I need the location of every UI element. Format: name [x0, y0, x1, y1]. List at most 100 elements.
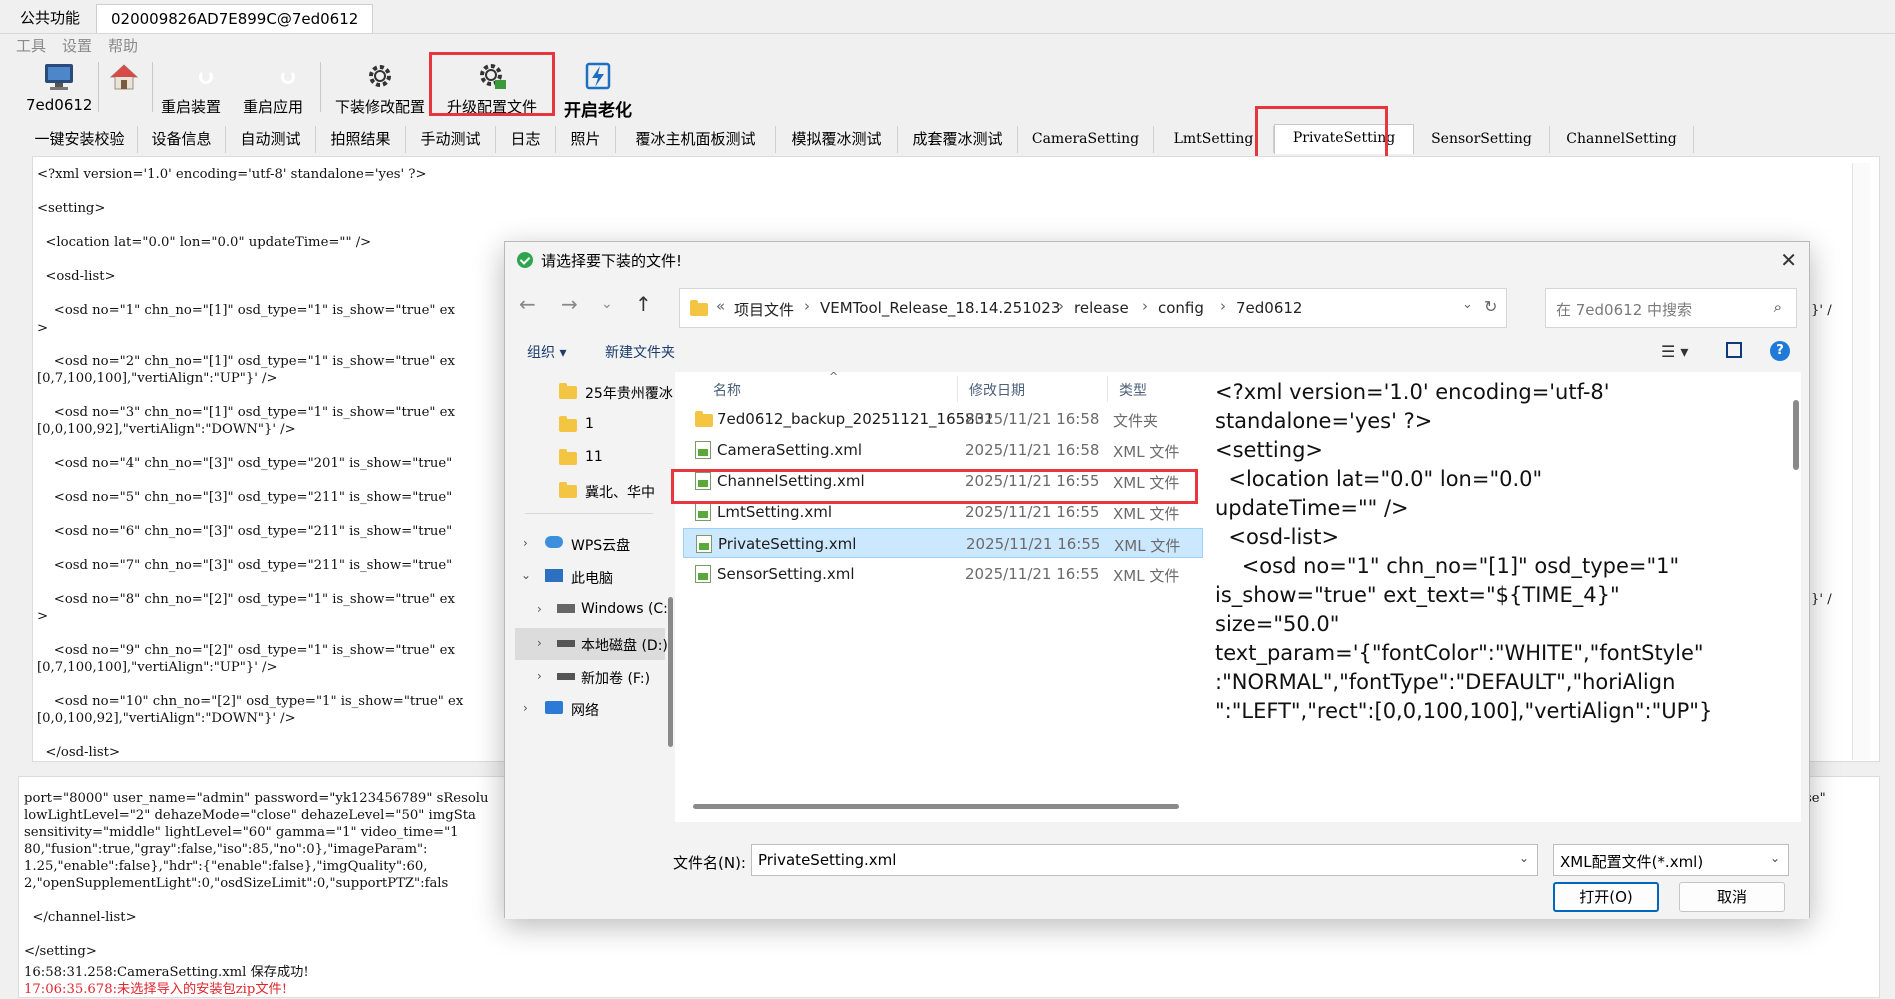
- device-button[interactable]: 7ed0612: [26, 56, 92, 116]
- tab-camera-setting[interactable]: CameraSetting: [1018, 126, 1154, 153]
- menu-settings[interactable]: 设置: [62, 35, 92, 56]
- tab-photos[interactable]: 照片: [556, 126, 616, 153]
- network-icon: [545, 701, 563, 714]
- chevron-down-icon: ⌄: [521, 568, 532, 582]
- file-type: 文件夹: [1113, 412, 1159, 430]
- tab-device[interactable]: 020009826AD7E899C@7ed0612: [96, 4, 374, 33]
- file-list-scrollbar[interactable]: [693, 800, 1199, 812]
- xml-file-icon: [695, 565, 711, 583]
- nav-folder-item[interactable]: 25年贵州覆冰: [545, 378, 673, 406]
- menu-help[interactable]: 帮助: [108, 35, 138, 56]
- tab-photo-results[interactable]: 拍照结果: [316, 126, 406, 153]
- file-row-selected[interactable]: PrivateSetting.xml 2025/11/21 16:55 XML …: [683, 528, 1203, 558]
- tab-auto-test[interactable]: 自动测试: [226, 126, 316, 153]
- file-date: 2025/11/21 16:55: [965, 503, 1100, 521]
- xml-file-icon: [696, 535, 712, 553]
- tab-complete-ice-test[interactable]: 成套覆冰测试: [898, 126, 1018, 153]
- xml-line: <osd no="10" chn_no="[2]" osd_type="1" i…: [37, 694, 464, 709]
- nav-folder-item[interactable]: 冀北、华中: [545, 477, 665, 505]
- nav-drive-f[interactable]: › 新加卷 (F:): [515, 663, 665, 691]
- tab-manual-test[interactable]: 手动测试: [406, 126, 496, 153]
- editor-scrollbar[interactable]: [1852, 163, 1870, 760]
- dialog-title: 请选择要下装的文件!: [541, 252, 683, 270]
- nav-scrollbar[interactable]: [668, 597, 673, 747]
- tab-sensor-setting[interactable]: SensorSetting: [1414, 126, 1550, 153]
- file-name: PrivateSetting.xml: [718, 535, 857, 553]
- recent-chevron-icon[interactable]: ⌄: [601, 296, 613, 312]
- tab-channel-setting[interactable]: ChannelSetting: [1550, 126, 1694, 153]
- column-header-type[interactable]: 类型: [1119, 380, 1147, 400]
- xml-line: <osd no="2" chn_no="[1]" osd_type="1" is…: [37, 354, 455, 369]
- address-bar[interactable]: « 项目文件 › VEMTool_Release_18.14.251023 › …: [679, 288, 1507, 328]
- forward-arrow-icon[interactable]: →: [561, 292, 578, 316]
- xml-line: <osd no="4" chn_no="[3]" osd_type="201" …: [37, 456, 453, 471]
- column-header-date[interactable]: 修改日期: [969, 380, 1025, 400]
- nav-wps-cloud[interactable]: › WPS云盘: [515, 530, 665, 558]
- filename-input[interactable]: PrivateSetting.xml ⌄: [751, 844, 1538, 876]
- tab-ice-host-panel-test[interactable]: 覆冰主机面板测试: [616, 126, 776, 153]
- tab-install-check[interactable]: 一键安装校验: [22, 126, 138, 153]
- close-icon[interactable]: ✕: [1780, 248, 1797, 272]
- search-input[interactable]: 在 7ed0612 中搜索 ⌕: [1545, 288, 1797, 328]
- path-overflow: «: [716, 297, 726, 315]
- open-button[interactable]: 打开(O): [1553, 882, 1659, 912]
- drive-icon: [557, 640, 575, 647]
- sort-up-icon: ^: [829, 370, 839, 383]
- nav-label: Windows (C:): [581, 601, 674, 617]
- start-aging-button[interactable]: 开启老化: [560, 56, 636, 121]
- download-config-button[interactable]: 下装修改配置: [330, 56, 430, 116]
- nav-drive-d[interactable]: › 本地磁盘 (D:): [515, 628, 668, 660]
- chevron-down-icon[interactable]: ⌄: [1519, 851, 1529, 865]
- xml-line: <osd no="9" chn_no="[2]" osd_type="1" is…: [37, 643, 455, 658]
- breadcrumb-segment[interactable]: release: [1074, 299, 1129, 317]
- file-date: 2025/11/21 16:58: [965, 410, 1100, 428]
- preview-scrollbar[interactable]: [1793, 400, 1799, 470]
- file-row[interactable]: CameraSetting.xml 2025/11/21 16:58 XML 文…: [683, 435, 1203, 465]
- highlight-box-selected-file: [671, 469, 1198, 504]
- tab-log[interactable]: 日志: [496, 126, 556, 153]
- file-row[interactable]: SensorSetting.xml 2025/11/21 16:55 XML 文…: [683, 559, 1203, 589]
- preview-pane-icon[interactable]: [1726, 342, 1742, 358]
- nav-folder-item[interactable]: 1: [545, 411, 665, 439]
- xml-line: [0,7,100,100],"vertiAlign":"UP"}' />: [37, 371, 278, 386]
- breadcrumb-segment[interactable]: 项目文件: [734, 299, 794, 320]
- column-header-name[interactable]: 名称: [713, 380, 741, 400]
- restart-device-button[interactable]: 重启装置: [158, 56, 224, 116]
- breadcrumb-segment[interactable]: config: [1158, 299, 1204, 317]
- nav-drive-c[interactable]: › Windows (C:): [515, 596, 673, 624]
- restart-app-button[interactable]: 重启应用: [240, 56, 306, 116]
- file-type-filter[interactable]: XML配置文件(*.xml) ⌄: [1553, 844, 1789, 876]
- back-arrow-icon[interactable]: ←: [519, 292, 536, 316]
- new-folder-button[interactable]: 新建文件夹: [605, 342, 675, 362]
- gear-icon: [330, 62, 430, 92]
- up-arrow-icon[interactable]: ↑: [635, 292, 652, 316]
- preview-line: <osd-list>: [1215, 525, 1340, 549]
- view-options-icon[interactable]: ☰ ▾: [1661, 342, 1688, 361]
- nav-label: 冀北、华中: [585, 485, 655, 501]
- menu-tools[interactable]: 工具: [16, 35, 46, 56]
- chevron-right-icon: ›: [537, 669, 542, 683]
- address-dropdown-icon[interactable]: ⌄: [1462, 297, 1473, 312]
- power-icon: [158, 62, 224, 92]
- nav-folder-item[interactable]: 11: [545, 444, 665, 472]
- cancel-button[interactable]: 取消: [1679, 882, 1785, 912]
- folder-icon: [690, 300, 708, 316]
- home-button[interactable]: [104, 56, 144, 116]
- nav-network[interactable]: › 网络: [515, 695, 665, 723]
- filename-label: 文件名(N):: [673, 854, 746, 872]
- tab-simulated-ice-test[interactable]: 模拟覆冰测试: [776, 126, 898, 153]
- breadcrumb-segment[interactable]: 7ed0612: [1236, 299, 1302, 317]
- xml-line: <osd no="3" chn_no="[1]" osd_type="1" is…: [37, 405, 455, 420]
- help-icon[interactable]: ?: [1770, 341, 1790, 361]
- file-name: CameraSetting.xml: [717, 441, 862, 459]
- nav-this-pc[interactable]: ⌄ 此电脑: [515, 563, 665, 591]
- refresh-icon[interactable]: ↻: [1484, 297, 1497, 316]
- organize-menu[interactable]: 组织 ▾: [527, 342, 566, 362]
- chevron-right-icon: ›: [537, 636, 542, 650]
- xml-line: <osd-list>: [37, 269, 116, 284]
- tab-public-functions[interactable]: 公共功能: [10, 4, 90, 33]
- breadcrumb-segment[interactable]: VEMTool_Release_18.14.251023: [820, 299, 1060, 317]
- tab-device-info[interactable]: 设备信息: [138, 126, 226, 153]
- file-row[interactable]: 7ed0612_backup_20251121_165831 2025/11/2…: [683, 404, 1203, 434]
- folder-icon: [559, 383, 577, 399]
